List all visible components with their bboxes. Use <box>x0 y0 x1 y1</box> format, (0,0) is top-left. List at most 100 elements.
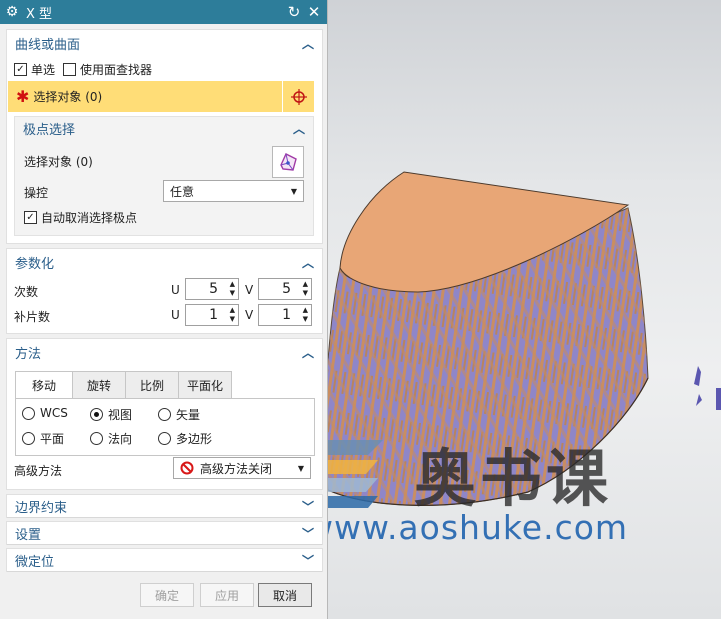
chevron-up-icon[interactable]: ︿ <box>302 254 314 271</box>
degree-v-value: 5 <box>282 281 291 297</box>
radio-view[interactable]: 视图 <box>90 406 132 423</box>
face-finder-label: 使用面查找器 <box>80 63 153 77</box>
radio-vector[interactable]: 矢量 <box>158 406 200 423</box>
radio-button[interactable] <box>22 406 35 420</box>
chevron-down-icon[interactable]: ﹀ <box>302 525 314 542</box>
radio-button[interactable] <box>22 432 35 445</box>
ok-button[interactable]: 确定 <box>140 583 194 607</box>
degree-v-spinner[interactable]: 5 ▲ ▼ <box>258 278 312 300</box>
gear-icon[interactable]: ⚙ <box>4 4 20 20</box>
manipulate-value: 任意 <box>170 184 195 199</box>
cancel-button[interactable]: 取消 <box>258 583 312 607</box>
settings-section[interactable]: 设置 ﹀ <box>6 521 323 545</box>
section-title: 微定位 <box>15 554 55 570</box>
section-title: 参数化 <box>15 256 55 272</box>
section-title: 方法 <box>15 346 42 362</box>
degree-label-row: 次数 <box>14 283 38 300</box>
radio-button-selected[interactable] <box>90 408 103 421</box>
auto-deselect-label: 自动取消选择极点 <box>41 211 138 225</box>
advanced-method-label-row: 高级方法 <box>14 462 62 479</box>
patches-label-row: 补片数 <box>14 308 50 325</box>
boundary-constraint-section[interactable]: 边界约束 ﹀ <box>6 494 323 518</box>
pole-select-object-label: 选择对象 (0) <box>24 155 93 169</box>
radio-button[interactable] <box>90 432 103 445</box>
dialog-titlebar[interactable]: ⚙ X 型 ↻ ✕ <box>0 0 327 24</box>
pole-select-title: 极点选择 <box>23 122 76 138</box>
advanced-method-dropdown[interactable]: 高级方法关闭 ▼ <box>173 457 311 479</box>
crosshair-select-button[interactable] <box>282 81 314 112</box>
prohibited-icon <box>180 461 194 475</box>
degree-u-spinner[interactable]: 5 ▲ ▼ <box>185 278 239 300</box>
radio-button[interactable] <box>158 408 171 421</box>
single-select-checkbox[interactable]: ✓ <box>14 63 27 76</box>
radio-button[interactable] <box>158 432 171 445</box>
auto-deselect-option[interactable]: ✓ 自动取消选择极点 <box>24 209 137 226</box>
patches-u-value: 1 <box>209 307 218 323</box>
patches-v-spinner[interactable]: 1 ▲ ▼ <box>258 304 312 326</box>
degree-label: 次数 <box>14 285 39 299</box>
pole-select-header[interactable]: 极点选择 ︿ <box>15 117 313 139</box>
crosshair-icon <box>290 88 307 105</box>
parameterization-header[interactable]: 参数化 ︿ <box>7 249 322 275</box>
spin-arrows-icon[interactable]: ▲ ▼ <box>303 306 308 324</box>
patches-u-label: U <box>171 308 180 322</box>
patches-v-value: 1 <box>282 307 291 323</box>
face-finder-checkbox[interactable] <box>63 63 77 76</box>
chevron-up-icon[interactable]: ︿ <box>302 35 314 52</box>
manipulate-label-row: 操控 <box>24 184 48 201</box>
required-star-icon: ✱ <box>16 87 30 106</box>
section-title: 设置 <box>15 527 42 543</box>
section-title: 曲线或曲面 <box>15 37 81 53</box>
apply-button[interactable]: 应用 <box>200 583 254 607</box>
patches-label: 补片数 <box>14 310 51 324</box>
graphics-viewport[interactable]: 奥书课 www.aoshuke.com <box>306 0 721 619</box>
dropdown-arrow-icon: ▼ <box>290 187 297 196</box>
patches-u-spinner[interactable]: 1 ▲ ▼ <box>185 304 239 326</box>
advanced-method-value: 高级方法关闭 <box>200 461 273 476</box>
watermark-url: www.aoshuke.com <box>306 508 629 547</box>
select-object-label: 选择对象 (0) <box>33 90 103 104</box>
single-select-label: 单选 <box>31 63 56 77</box>
radio-normal[interactable]: 法向 <box>90 430 132 447</box>
radio-wcs[interactable]: WCS <box>22 406 68 420</box>
tab-move[interactable]: 移动 <box>15 371 73 399</box>
section-title: 边界约束 <box>15 500 68 516</box>
fine-positioning-section[interactable]: 微定位 ﹀ <box>6 548 323 572</box>
close-icon[interactable]: ✕ <box>305 3 323 21</box>
chevron-up-icon[interactable]: ︿ <box>293 120 305 137</box>
manipulate-label: 操控 <box>24 186 49 200</box>
pole-select-object: 选择对象 (0) <box>24 153 93 170</box>
auto-deselect-checkbox[interactable]: ✓ <box>24 211 37 224</box>
fine-positioning-header[interactable]: 微定位 ﹀ <box>7 549 322 572</box>
spin-arrows-icon[interactable]: ▲ ▼ <box>230 280 235 298</box>
x-form-dialog: ⚙ X 型 ↻ ✕ 曲线或曲面 ︿ ✓ 单选 使用面查找器 ✱ 选择对象 (0)… <box>0 0 328 619</box>
settings-header[interactable]: 设置 ﹀ <box>7 522 322 545</box>
tab-scale[interactable]: 比例 <box>125 371 179 398</box>
tab-rotate[interactable]: 旋转 <box>72 371 126 398</box>
boundary-constraint-header[interactable]: 边界约束 ﹀ <box>7 495 322 518</box>
select-object-row[interactable]: ✱ 选择对象 (0) <box>8 81 314 112</box>
method-header[interactable]: 方法 ︿ <box>7 339 322 365</box>
patches-v-label: V <box>245 308 254 322</box>
manipulate-dropdown[interactable]: 任意 ▼ <box>163 180 304 202</box>
curve-surface-header[interactable]: 曲线或曲面 ︿ <box>7 30 322 56</box>
chevron-down-icon[interactable]: ﹀ <box>302 552 314 569</box>
degree-v-label: V <box>245 283 254 297</box>
reset-icon[interactable]: ↻ <box>285 3 303 21</box>
radio-polygon[interactable]: 多边形 <box>158 430 212 447</box>
method-tabs: 移动 旋转 比例 平面化 <box>15 371 232 399</box>
degree-u-label: U <box>171 283 180 297</box>
chevron-up-icon[interactable]: ︿ <box>302 344 314 361</box>
dialog-title: X 型 <box>26 6 53 22</box>
spin-arrows-icon[interactable]: ▲ ▼ <box>303 280 308 298</box>
radio-plane[interactable]: 平面 <box>22 430 64 447</box>
tab-planarize[interactable]: 平面化 <box>178 371 232 398</box>
axis-triad-icon <box>694 366 721 410</box>
pole-select-icon <box>280 153 297 171</box>
pole-select-button[interactable] <box>272 146 304 178</box>
single-select-option[interactable]: ✓ 单选 使用面查找器 <box>14 61 152 78</box>
dropdown-arrow-icon: ▼ <box>297 464 304 473</box>
spin-arrows-icon[interactable]: ▲ ▼ <box>230 306 235 324</box>
degree-u-value: 5 <box>209 281 218 297</box>
chevron-down-icon[interactable]: ﹀ <box>302 498 314 515</box>
